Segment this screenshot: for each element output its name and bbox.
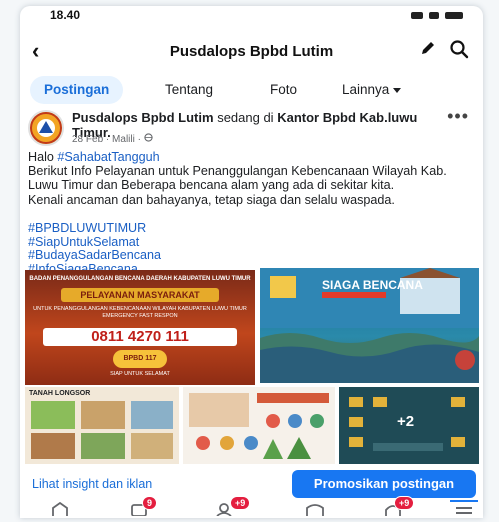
infographic-illustration <box>183 387 335 464</box>
image-stamp: BPBD 117 <box>113 350 167 368</box>
avatar[interactable] <box>28 110 64 146</box>
signal-icon <box>411 12 423 19</box>
post-author[interactable]: Pusdalops Bpbd Lutim <box>72 110 214 125</box>
search-icon[interactable] <box>449 39 469 64</box>
active-tab-indicator <box>450 500 478 502</box>
marketplace-icon[interactable] <box>304 502 326 518</box>
home-icon[interactable] <box>50 501 70 518</box>
image-sub-line: UNTUK PENANGGULANGAN KEBENCANAAN WILAYAH… <box>33 306 247 312</box>
landslide-illustration <box>31 401 173 459</box>
post-author-connector: sedang di <box>217 110 274 125</box>
greeting-prefix: Halo <box>28 150 54 164</box>
image-title-longsor: TANAH LONGSOR <box>29 390 91 397</box>
promote-button[interactable]: Promosikan postingan <box>292 470 476 498</box>
profile-tabs: Postingan Tentang Foto Lainnya <box>20 76 483 106</box>
post-place: Malili <box>112 134 135 145</box>
post-paragraph-1: Berikut Info Pelayanan untuk Penanggulan… <box>28 164 447 193</box>
hashtag-link[interactable]: #BudayaSadarBencana <box>28 249 468 263</box>
tab-foto[interactable]: Foto <box>270 76 297 104</box>
post-meta: 28 Feb · Malili · <box>72 133 153 145</box>
status-icons <box>411 12 463 19</box>
insight-link[interactable]: Lihat insight dan iklan <box>32 477 152 491</box>
post-date[interactable]: 28 Feb <box>72 134 103 145</box>
image-banner-text: PELAYANAN MASYARAKAT <box>61 288 219 302</box>
tab-lainnya-label: Lainnya <box>342 82 390 97</box>
bell-icon[interactable]: +9 <box>382 496 415 518</box>
bottom-nav: 9 +9 +9 <box>20 496 483 518</box>
status-time: 18.40 <box>50 8 81 22</box>
post-image-pelayanan[interactable]: BADAN PENANGGULANGAN BENCANA DAERAH KABU… <box>25 270 255 385</box>
tab-lainnya[interactable]: Lainnya <box>342 76 402 104</box>
image-sub-line-2: EMERGENCY FAST RESPON <box>102 313 178 319</box>
more-images-overlay: +2 <box>397 413 415 430</box>
video-icon[interactable]: 9 <box>130 496 158 518</box>
phone-screen: 18.40 ‹ Pusdalops Bpbd Lutim Postingan T… <box>20 6 483 518</box>
post-image-siaga-bencana[interactable]: SIAGA BENCANA <box>260 268 479 383</box>
post-text: Halo #SahabatTangguh Berikut Info Pelaya… <box>28 150 468 207</box>
post-image-infografis[interactable] <box>183 387 335 464</box>
image-header-text: BADAN PENANGGULANGAN BENCANA DAERAH KABU… <box>29 276 251 282</box>
post-image-tanah-longsor[interactable]: TANAH LONGSOR <box>25 387 179 464</box>
image-subtitle-bar <box>322 292 386 298</box>
app-bar: ‹ Pusdalops Bpbd Lutim <box>20 30 483 74</box>
globe-icon <box>144 133 153 145</box>
post-image-more[interactable]: +2 <box>339 387 479 464</box>
tab-postingan[interactable]: Postingan <box>30 76 124 104</box>
notifications-badge: +9 <box>394 496 415 510</box>
video-badge: 9 <box>142 496 158 510</box>
emergency-phone-number: 0811 4270 111 <box>43 328 237 346</box>
greeting-hashtag[interactable]: #SahabatTangguh <box>57 150 159 164</box>
meta-dot: · <box>105 134 110 145</box>
image-title-siaga: SIAGA BENCANA <box>322 278 423 292</box>
meta-dot: · <box>137 134 141 145</box>
image-sub-text: UNTUK PENANGGULANGAN KEBENCANAAN WILAYAH… <box>25 306 255 320</box>
image-footer-text: SIAP UNTUK SELAMAT <box>110 371 170 377</box>
menu-icon[interactable] <box>454 502 474 518</box>
battery-icon <box>445 12 463 19</box>
page-title: Pusdalops Bpbd Lutim <box>169 43 334 60</box>
friends-badge: +9 <box>230 496 251 510</box>
hashtag-link[interactable]: #BPBDLUWUTIMUR <box>28 221 468 236</box>
tab-tentang[interactable]: Tentang <box>165 76 213 104</box>
pencil-icon[interactable] <box>419 39 437 62</box>
post-greeting: Halo #SahabatTangguh <box>28 150 468 164</box>
wifi-icon <box>429 12 439 19</box>
hashtag-link[interactable]: #SiapUntukSelamat <box>28 235 468 250</box>
friends-icon[interactable]: +9 <box>216 496 251 518</box>
status-bar: 18.40 <box>20 6 483 28</box>
post-header: Pusdalops Bpbd Lutim sedang di Kantor Bp… <box>20 106 483 148</box>
post-paragraph-2: Kenali ancaman dan bahayanya, tetap siag… <box>28 192 395 207</box>
chevron-down-icon <box>393 87 402 93</box>
more-options-icon[interactable]: ••• <box>447 106 469 127</box>
